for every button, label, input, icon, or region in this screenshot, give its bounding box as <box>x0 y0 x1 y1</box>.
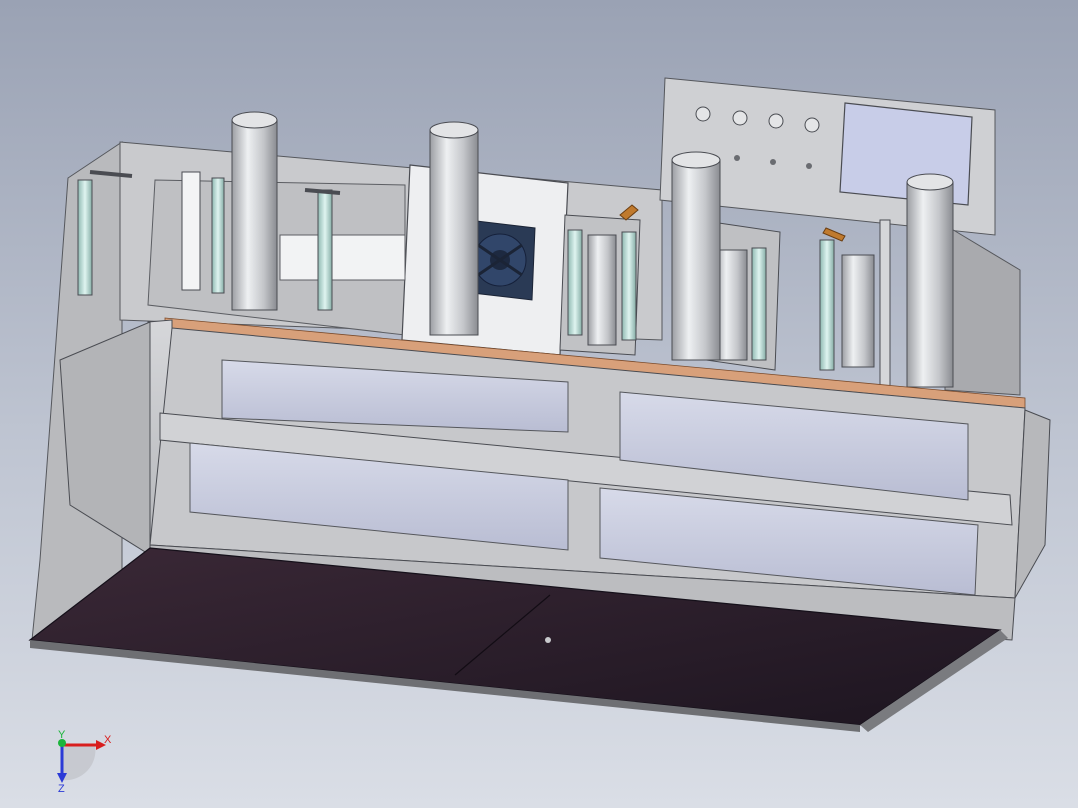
mounting-bracket <box>279 234 406 281</box>
cylinder-1[interactable] <box>231 111 278 311</box>
valve-assembly[interactable] <box>559 204 641 356</box>
x-axis-label: X <box>104 734 112 746</box>
z-axis-label: Z <box>58 783 65 795</box>
panel-button-1[interactable] <box>695 106 711 122</box>
cylinder-3[interactable] <box>671 151 721 361</box>
panel-button-3[interactable] <box>768 113 784 129</box>
panel-button-4[interactable] <box>804 117 820 133</box>
cad-viewport[interactable]: X Y Z <box>0 0 1078 808</box>
y-axis-label: Y <box>58 729 66 741</box>
cylinder-4[interactable] <box>906 173 954 388</box>
assembly-model[interactable]: X Y Z <box>0 0 1078 808</box>
cylinder-module-right[interactable] <box>705 219 891 391</box>
motor-housing <box>944 224 1021 396</box>
cylinder-2[interactable] <box>429 121 479 336</box>
panel-button-2[interactable] <box>732 110 748 126</box>
coordinate-triad: X Y Z <box>57 729 112 795</box>
